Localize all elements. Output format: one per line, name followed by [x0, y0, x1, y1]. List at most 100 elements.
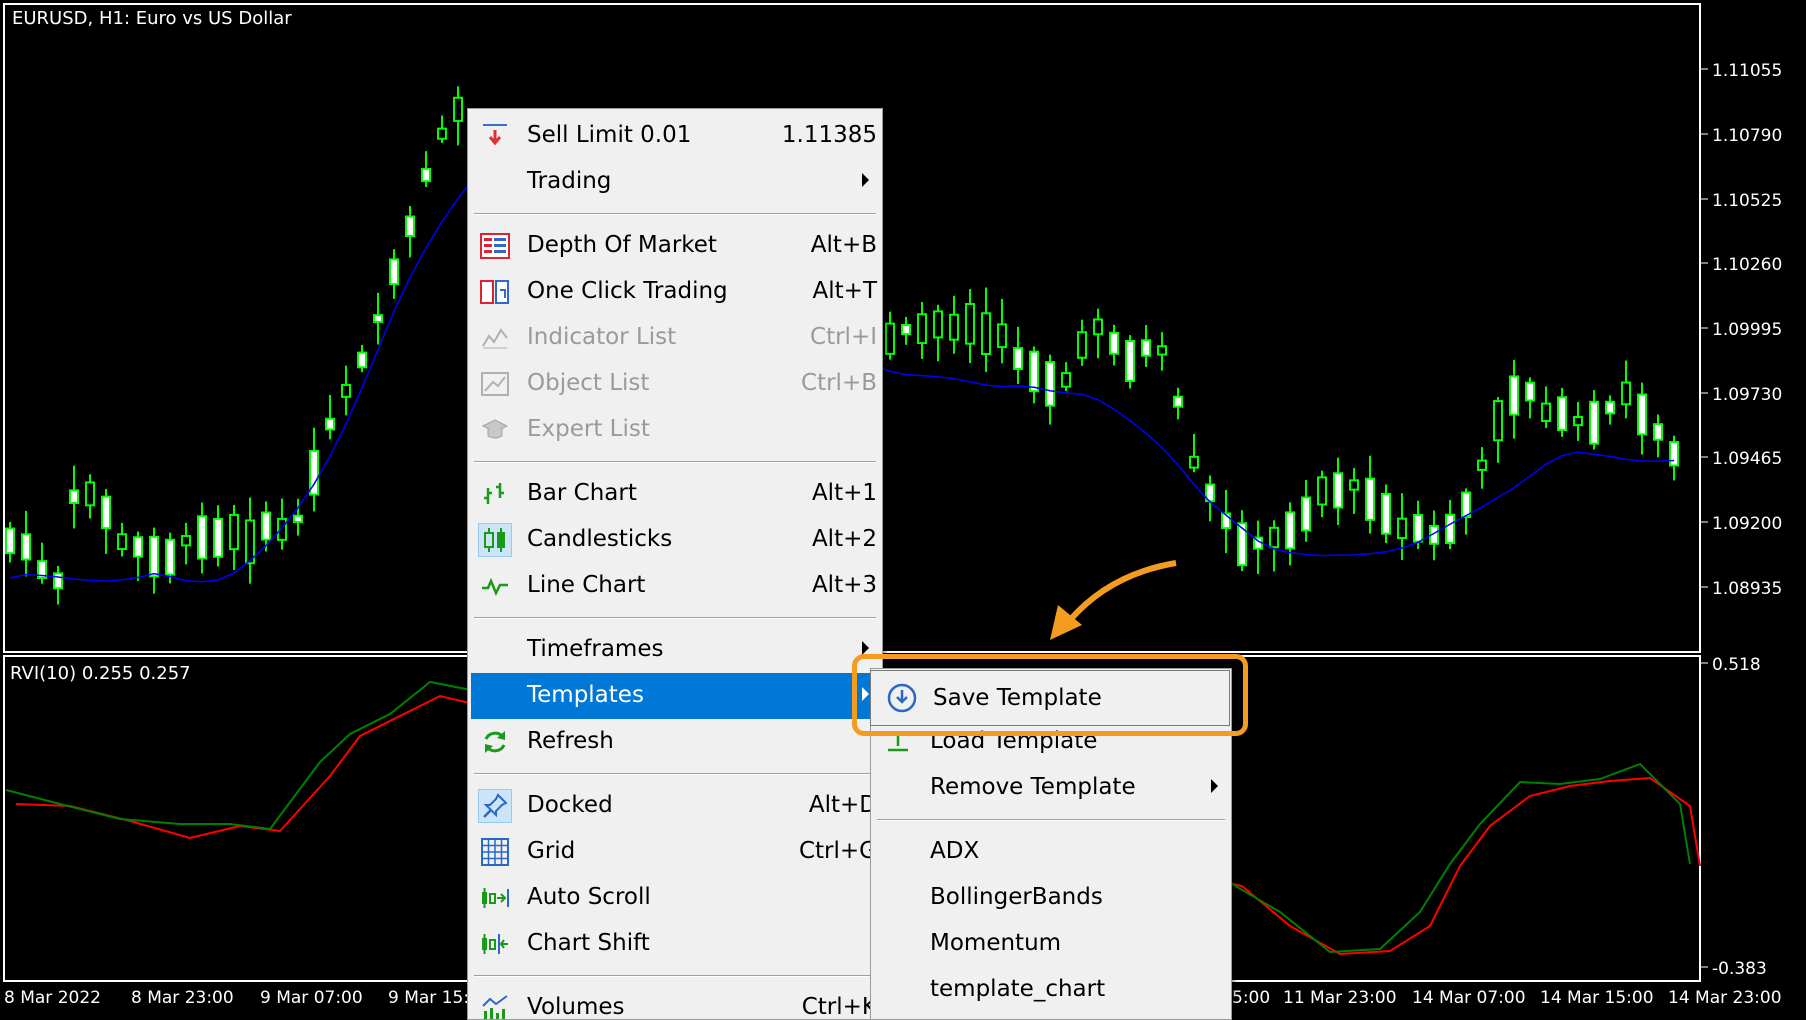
candle-body	[1013, 347, 1023, 370]
time-tick: 8 Mar 23:00	[131, 988, 234, 1008]
menu-item-label: Sell Limit 0.01	[527, 122, 692, 148]
candle-body	[1493, 400, 1503, 442]
menu-item-line-chart[interactable]: Line Chart Alt+3	[471, 563, 879, 609]
indicator-tick: 0.518	[1712, 655, 1761, 675]
candle-body	[453, 96, 463, 122]
pin-icon	[478, 789, 512, 823]
candle-body	[1669, 441, 1679, 467]
time-tick: 11 Mar 23:00	[1283, 988, 1397, 1008]
menu-item-label: Candlesticks	[527, 526, 673, 552]
sell-limit-icon	[478, 119, 512, 153]
menu-item-template-adx[interactable]: ADX	[874, 829, 1228, 875]
candle-body	[245, 519, 255, 565]
candle-body	[117, 533, 127, 551]
time-tick: 5:00	[1232, 988, 1270, 1008]
candle-body	[1045, 361, 1055, 407]
menu-item-label: Docked	[527, 792, 613, 818]
menu-item-shortcut: Alt+T	[812, 278, 877, 304]
menu-item-template-chart[interactable]: template_chart	[874, 967, 1228, 1013]
menu-item-label: Object List	[527, 370, 650, 396]
candle-body	[1173, 395, 1183, 408]
menu-item-remove-template[interactable]: Remove Template	[874, 765, 1228, 811]
candle-body	[1637, 393, 1647, 436]
menu-item-label: Depth Of Market	[527, 232, 717, 258]
menu-item-template-bollingerbands[interactable]: BollingerBands	[874, 875, 1228, 921]
menu-item-expert-list: Expert List	[471, 407, 879, 453]
candle-body	[1589, 400, 1599, 445]
price-axis: 1.11055 1.10790 1.10525 1.10260 1.09995 …	[1700, 61, 1782, 979]
candle-body	[885, 322, 895, 355]
menu-item-shortcut: Alt+1	[811, 480, 877, 506]
annotation-highlight-box	[852, 654, 1248, 736]
candle-body	[85, 481, 95, 507]
menu-item-label: Grid	[527, 838, 576, 864]
object-list-icon	[478, 367, 512, 401]
candle-body	[69, 489, 79, 505]
candle-body	[933, 310, 943, 339]
menu-item-one-click-trading[interactable]: One Click Trading Alt+T	[471, 269, 879, 315]
menu-separator	[474, 975, 876, 977]
menu-item-grid[interactable]: Grid Ctrl+G	[471, 829, 879, 875]
candle-body	[197, 515, 207, 560]
menu-item-trading[interactable]: Trading	[471, 159, 879, 205]
candle-body	[1029, 350, 1039, 393]
menu-item-templates[interactable]: Templates	[471, 673, 879, 719]
menu-item-label: Auto Scroll	[527, 884, 651, 910]
price-tick: 1.10525	[1712, 191, 1782, 211]
price-tick: 1.09200	[1712, 514, 1782, 534]
candle-body	[949, 313, 959, 341]
refresh-icon	[478, 725, 512, 759]
candle-body	[965, 302, 975, 345]
menu-item-label: Templates	[527, 682, 644, 708]
candle-body	[1189, 455, 1199, 469]
menu-item-bar-chart[interactable]: Bar Chart Alt+1	[471, 471, 879, 517]
candle-body	[405, 215, 415, 237]
indicator-tick: -0.383	[1712, 959, 1767, 979]
time-tick: 9 Mar 07:00	[260, 988, 363, 1008]
candle-body	[213, 517, 223, 558]
menu-item-label: One Click Trading	[527, 278, 728, 304]
menu-item-volumes[interactable]: Volumes Ctrl+K	[471, 985, 879, 1020]
menu-item-sell-limit[interactable]: Sell Limit 0.01 1.11385	[471, 113, 879, 159]
menu-item-auto-scroll[interactable]: Auto Scroll	[471, 875, 879, 921]
depth-of-market-icon	[478, 229, 512, 263]
chart-context-menu: Sell Limit 0.01 1.11385 Trading Depth Of…	[467, 108, 883, 1020]
menu-item-candlesticks[interactable]: Candlesticks Alt+2	[471, 517, 879, 563]
candle-body	[181, 534, 191, 547]
menu-item-shortcut: Alt+2	[811, 526, 877, 552]
candle-body	[1269, 526, 1279, 549]
candle-body	[277, 517, 287, 541]
menu-item-label: Chart Shift	[527, 930, 650, 956]
candle-body	[21, 533, 31, 561]
menu-item-docked[interactable]: Docked Alt+D	[471, 783, 879, 829]
price-tick: 1.10260	[1712, 255, 1782, 275]
candle-body	[149, 535, 159, 578]
price-tick: 1.09730	[1712, 385, 1782, 405]
candle-body	[1413, 513, 1423, 543]
candlesticks-icon	[478, 523, 512, 557]
candle-body	[1477, 459, 1487, 471]
time-tick: 14 Mar 15:00	[1540, 988, 1654, 1008]
candle-body	[261, 511, 271, 541]
candle-body	[133, 536, 143, 558]
candle-body	[1301, 496, 1311, 532]
expert-list-icon	[478, 413, 512, 447]
candle-body	[1573, 416, 1583, 427]
menu-item-label: Momentum	[930, 930, 1062, 956]
candle-body	[1653, 423, 1663, 441]
menu-item-timeframes[interactable]: Timeframes	[471, 627, 879, 673]
menu-item-chart-shift[interactable]: Chart Shift	[471, 921, 879, 967]
menu-item-template-momentum[interactable]: Momentum	[874, 921, 1228, 967]
menu-item-label: BollingerBands	[930, 884, 1103, 910]
candle-body	[997, 323, 1007, 349]
menu-item-object-list: Object List Ctrl+B	[471, 361, 879, 407]
candle-body	[1349, 479, 1359, 491]
time-tick: 14 Mar 07:00	[1412, 988, 1526, 1008]
menu-item-depth-of-market[interactable]: Depth Of Market Alt+B	[471, 223, 879, 269]
candle-body	[389, 258, 399, 286]
menu-item-refresh[interactable]: Refresh	[471, 719, 879, 765]
menu-item-shortcut: Ctrl+K	[801, 994, 877, 1020]
menu-item-label: ADX	[930, 838, 980, 864]
candle-body	[1333, 472, 1343, 509]
time-tick: 9 Mar 15:	[388, 988, 469, 1008]
